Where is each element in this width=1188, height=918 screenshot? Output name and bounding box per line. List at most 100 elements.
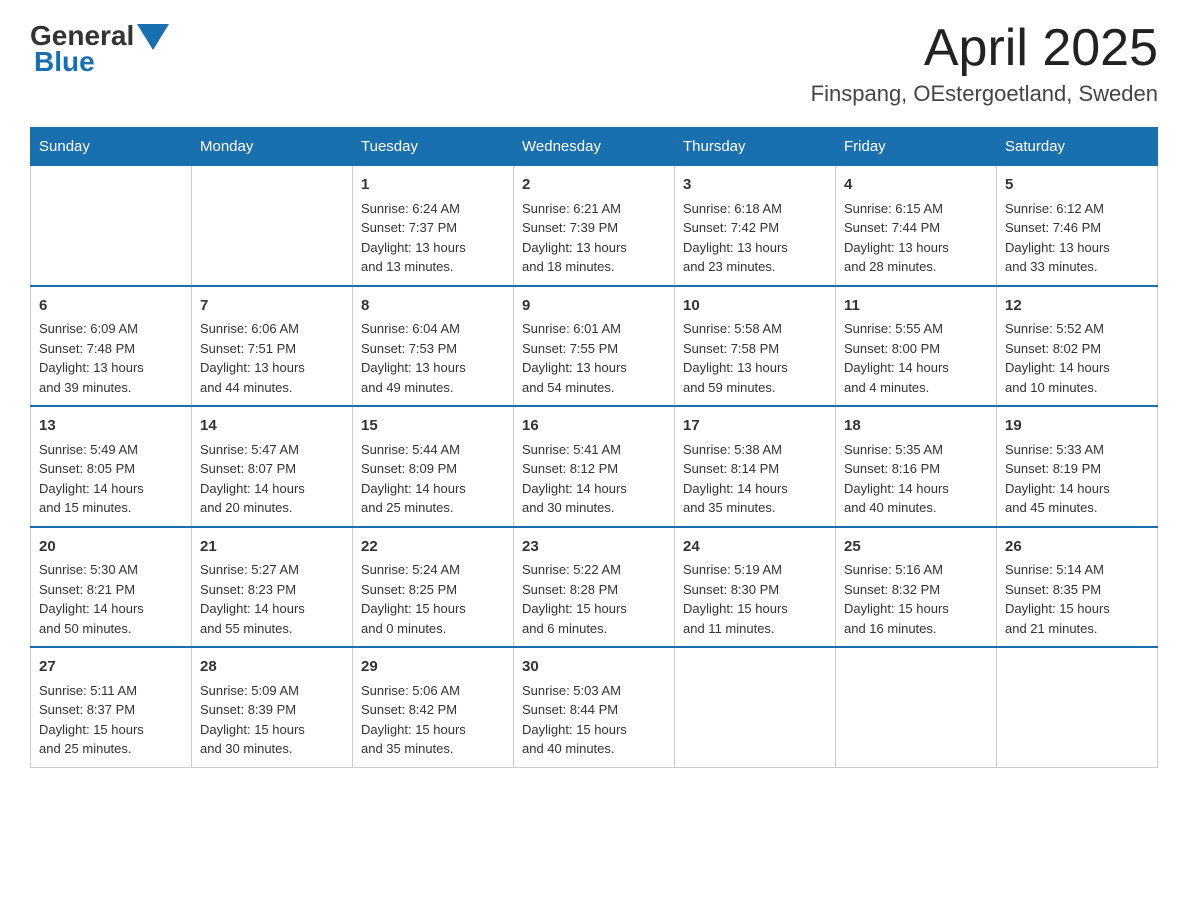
page-title: April 2025 — [811, 20, 1158, 77]
weekday-header-sunday: Sunday — [31, 128, 192, 166]
day-info: Sunrise: 5:58 AM Sunset: 7:58 PM Dayligh… — [683, 319, 827, 397]
calendar-cell: 24Sunrise: 5:19 AM Sunset: 8:30 PM Dayli… — [675, 527, 836, 648]
calendar-cell — [675, 647, 836, 767]
day-number: 14 — [200, 415, 344, 438]
calendar-cell: 14Sunrise: 5:47 AM Sunset: 8:07 PM Dayli… — [192, 406, 353, 527]
day-number: 6 — [39, 295, 183, 318]
day-info: Sunrise: 5:33 AM Sunset: 8:19 PM Dayligh… — [1005, 440, 1149, 518]
day-number: 11 — [844, 295, 988, 318]
day-info: Sunrise: 5:30 AM Sunset: 8:21 PM Dayligh… — [39, 560, 183, 638]
calendar-cell: 1Sunrise: 6:24 AM Sunset: 7:37 PM Daylig… — [353, 166, 514, 286]
day-number: 18 — [844, 415, 988, 438]
weekday-header-tuesday: Tuesday — [353, 128, 514, 166]
day-info: Sunrise: 5:49 AM Sunset: 8:05 PM Dayligh… — [39, 440, 183, 518]
day-info: Sunrise: 5:52 AM Sunset: 8:02 PM Dayligh… — [1005, 319, 1149, 397]
calendar-cell: 19Sunrise: 5:33 AM Sunset: 8:19 PM Dayli… — [997, 406, 1158, 527]
day-info: Sunrise: 5:55 AM Sunset: 8:00 PM Dayligh… — [844, 319, 988, 397]
calendar-cell: 23Sunrise: 5:22 AM Sunset: 8:28 PM Dayli… — [514, 527, 675, 648]
calendar-cell: 20Sunrise: 5:30 AM Sunset: 8:21 PM Dayli… — [31, 527, 192, 648]
day-number: 24 — [683, 536, 827, 559]
day-info: Sunrise: 5:09 AM Sunset: 8:39 PM Dayligh… — [200, 681, 344, 759]
day-info: Sunrise: 5:14 AM Sunset: 8:35 PM Dayligh… — [1005, 560, 1149, 638]
weekday-header-thursday: Thursday — [675, 128, 836, 166]
day-info: Sunrise: 5:27 AM Sunset: 8:23 PM Dayligh… — [200, 560, 344, 638]
day-info: Sunrise: 6:15 AM Sunset: 7:44 PM Dayligh… — [844, 199, 988, 277]
day-number: 7 — [200, 295, 344, 318]
day-info: Sunrise: 5:44 AM Sunset: 8:09 PM Dayligh… — [361, 440, 505, 518]
day-info: Sunrise: 5:41 AM Sunset: 8:12 PM Dayligh… — [522, 440, 666, 518]
day-info: Sunrise: 5:24 AM Sunset: 8:25 PM Dayligh… — [361, 560, 505, 638]
day-info: Sunrise: 6:12 AM Sunset: 7:46 PM Dayligh… — [1005, 199, 1149, 277]
day-number: 9 — [522, 295, 666, 318]
weekday-header-saturday: Saturday — [997, 128, 1158, 166]
calendar-cell: 26Sunrise: 5:14 AM Sunset: 8:35 PM Dayli… — [997, 527, 1158, 648]
weekday-header-friday: Friday — [836, 128, 997, 166]
day-info: Sunrise: 5:22 AM Sunset: 8:28 PM Dayligh… — [522, 560, 666, 638]
calendar-week-row: 1Sunrise: 6:24 AM Sunset: 7:37 PM Daylig… — [31, 166, 1158, 286]
calendar-table: SundayMondayTuesdayWednesdayThursdayFrid… — [30, 127, 1158, 768]
calendar-cell: 2Sunrise: 6:21 AM Sunset: 7:39 PM Daylig… — [514, 166, 675, 286]
calendar-week-row: 27Sunrise: 5:11 AM Sunset: 8:37 PM Dayli… — [31, 647, 1158, 767]
day-number: 20 — [39, 536, 183, 559]
day-number: 8 — [361, 295, 505, 318]
day-info: Sunrise: 5:38 AM Sunset: 8:14 PM Dayligh… — [683, 440, 827, 518]
day-number: 25 — [844, 536, 988, 559]
weekday-header-monday: Monday — [192, 128, 353, 166]
calendar-cell: 18Sunrise: 5:35 AM Sunset: 8:16 PM Dayli… — [836, 406, 997, 527]
day-number: 22 — [361, 536, 505, 559]
calendar-cell: 28Sunrise: 5:09 AM Sunset: 8:39 PM Dayli… — [192, 647, 353, 767]
day-info: Sunrise: 5:35 AM Sunset: 8:16 PM Dayligh… — [844, 440, 988, 518]
day-info: Sunrise: 5:47 AM Sunset: 8:07 PM Dayligh… — [200, 440, 344, 518]
calendar-cell: 17Sunrise: 5:38 AM Sunset: 8:14 PM Dayli… — [675, 406, 836, 527]
calendar-cell: 25Sunrise: 5:16 AM Sunset: 8:32 PM Dayli… — [836, 527, 997, 648]
calendar-header: SundayMondayTuesdayWednesdayThursdayFrid… — [31, 128, 1158, 166]
day-info: Sunrise: 6:24 AM Sunset: 7:37 PM Dayligh… — [361, 199, 505, 277]
logo: General Blue — [30, 20, 169, 78]
calendar-week-row: 13Sunrise: 5:49 AM Sunset: 8:05 PM Dayli… — [31, 406, 1158, 527]
weekday-header-wednesday: Wednesday — [514, 128, 675, 166]
day-info: Sunrise: 6:18 AM Sunset: 7:42 PM Dayligh… — [683, 199, 827, 277]
calendar-cell: 11Sunrise: 5:55 AM Sunset: 8:00 PM Dayli… — [836, 286, 997, 407]
day-info: Sunrise: 5:19 AM Sunset: 8:30 PM Dayligh… — [683, 560, 827, 638]
day-number: 10 — [683, 295, 827, 318]
calendar-cell: 27Sunrise: 5:11 AM Sunset: 8:37 PM Dayli… — [31, 647, 192, 767]
day-number: 21 — [200, 536, 344, 559]
calendar-cell — [192, 166, 353, 286]
day-number: 5 — [1005, 174, 1149, 197]
calendar-cell: 7Sunrise: 6:06 AM Sunset: 7:51 PM Daylig… — [192, 286, 353, 407]
title-block: April 2025 Finspang, OEstergoetland, Swe… — [811, 20, 1158, 107]
day-number: 27 — [39, 656, 183, 679]
calendar-cell: 29Sunrise: 5:06 AM Sunset: 8:42 PM Dayli… — [353, 647, 514, 767]
page-header: General Blue April 2025 Finspang, OEster… — [30, 20, 1158, 107]
calendar-cell: 22Sunrise: 5:24 AM Sunset: 8:25 PM Dayli… — [353, 527, 514, 648]
day-number: 17 — [683, 415, 827, 438]
day-info: Sunrise: 6:06 AM Sunset: 7:51 PM Dayligh… — [200, 319, 344, 397]
day-number: 2 — [522, 174, 666, 197]
logo-triangle-icon — [137, 24, 169, 50]
day-info: Sunrise: 6:09 AM Sunset: 7:48 PM Dayligh… — [39, 319, 183, 397]
day-info: Sunrise: 6:04 AM Sunset: 7:53 PM Dayligh… — [361, 319, 505, 397]
calendar-cell: 30Sunrise: 5:03 AM Sunset: 8:44 PM Dayli… — [514, 647, 675, 767]
day-number: 3 — [683, 174, 827, 197]
page-subtitle: Finspang, OEstergoetland, Sweden — [811, 81, 1158, 107]
day-info: Sunrise: 6:21 AM Sunset: 7:39 PM Dayligh… — [522, 199, 666, 277]
weekday-header-row: SundayMondayTuesdayWednesdayThursdayFrid… — [31, 128, 1158, 166]
calendar-cell: 15Sunrise: 5:44 AM Sunset: 8:09 PM Dayli… — [353, 406, 514, 527]
day-number: 26 — [1005, 536, 1149, 559]
calendar-cell: 10Sunrise: 5:58 AM Sunset: 7:58 PM Dayli… — [675, 286, 836, 407]
calendar-cell: 8Sunrise: 6:04 AM Sunset: 7:53 PM Daylig… — [353, 286, 514, 407]
day-info: Sunrise: 5:16 AM Sunset: 8:32 PM Dayligh… — [844, 560, 988, 638]
calendar-cell: 13Sunrise: 5:49 AM Sunset: 8:05 PM Dayli… — [31, 406, 192, 527]
day-number: 16 — [522, 415, 666, 438]
day-number: 4 — [844, 174, 988, 197]
calendar-cell: 3Sunrise: 6:18 AM Sunset: 7:42 PM Daylig… — [675, 166, 836, 286]
calendar-cell: 21Sunrise: 5:27 AM Sunset: 8:23 PM Dayli… — [192, 527, 353, 648]
day-number: 12 — [1005, 295, 1149, 318]
calendar-cell: 9Sunrise: 6:01 AM Sunset: 7:55 PM Daylig… — [514, 286, 675, 407]
day-info: Sunrise: 6:01 AM Sunset: 7:55 PM Dayligh… — [522, 319, 666, 397]
day-number: 29 — [361, 656, 505, 679]
day-number: 23 — [522, 536, 666, 559]
calendar-week-row: 6Sunrise: 6:09 AM Sunset: 7:48 PM Daylig… — [31, 286, 1158, 407]
calendar-cell: 4Sunrise: 6:15 AM Sunset: 7:44 PM Daylig… — [836, 166, 997, 286]
calendar-body: 1Sunrise: 6:24 AM Sunset: 7:37 PM Daylig… — [31, 166, 1158, 768]
